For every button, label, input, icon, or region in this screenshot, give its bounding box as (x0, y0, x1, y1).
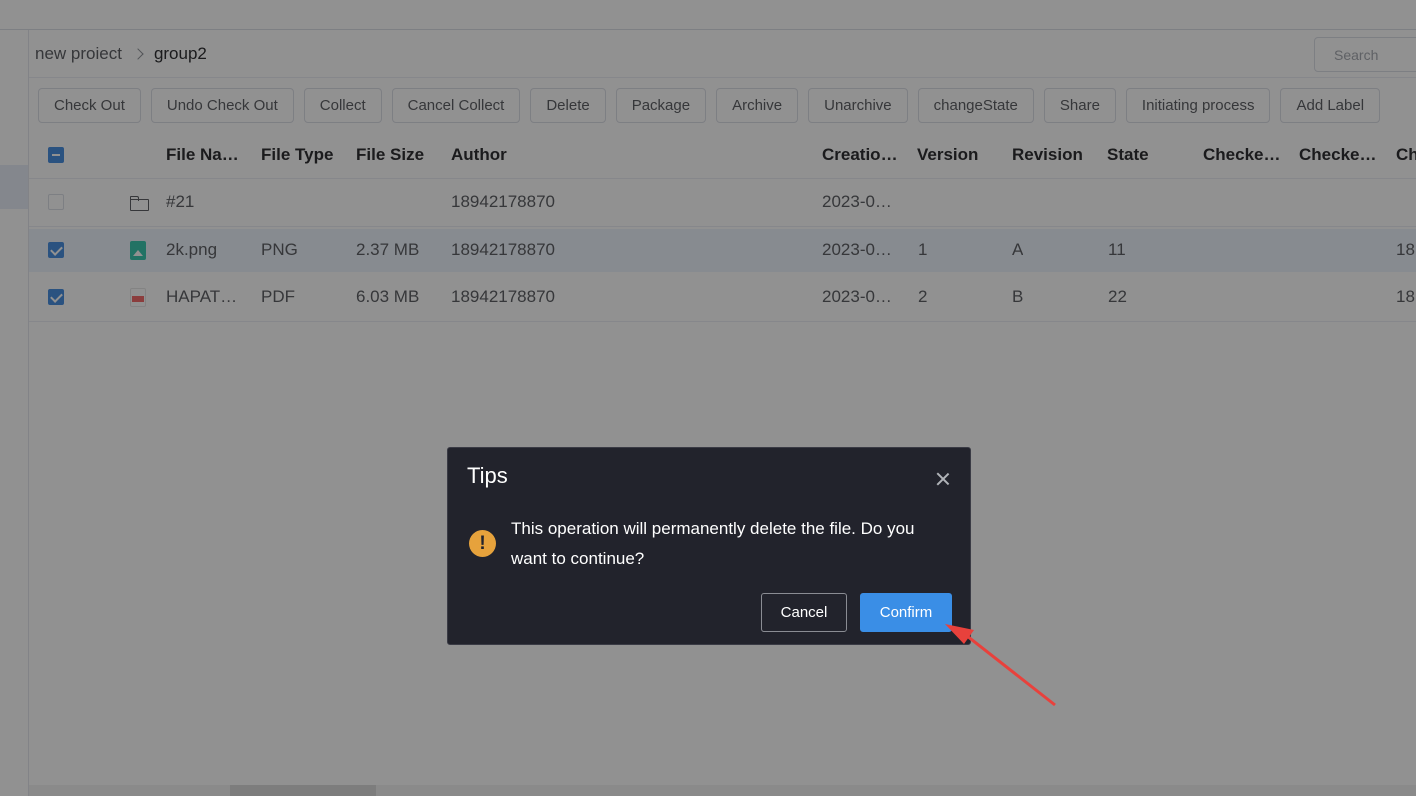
cancel-button[interactable]: Cancel (761, 593, 847, 632)
modal-overlay (0, 0, 1416, 796)
confirm-dialog: Tips ! This operation will permanently d… (447, 447, 971, 645)
warning-icon: ! (469, 530, 496, 557)
dialog-message: This operation will permanently delete t… (511, 519, 915, 568)
dialog-title: Tips (467, 463, 508, 488)
close-icon[interactable] (932, 468, 954, 490)
confirm-button[interactable]: Confirm (860, 593, 952, 632)
